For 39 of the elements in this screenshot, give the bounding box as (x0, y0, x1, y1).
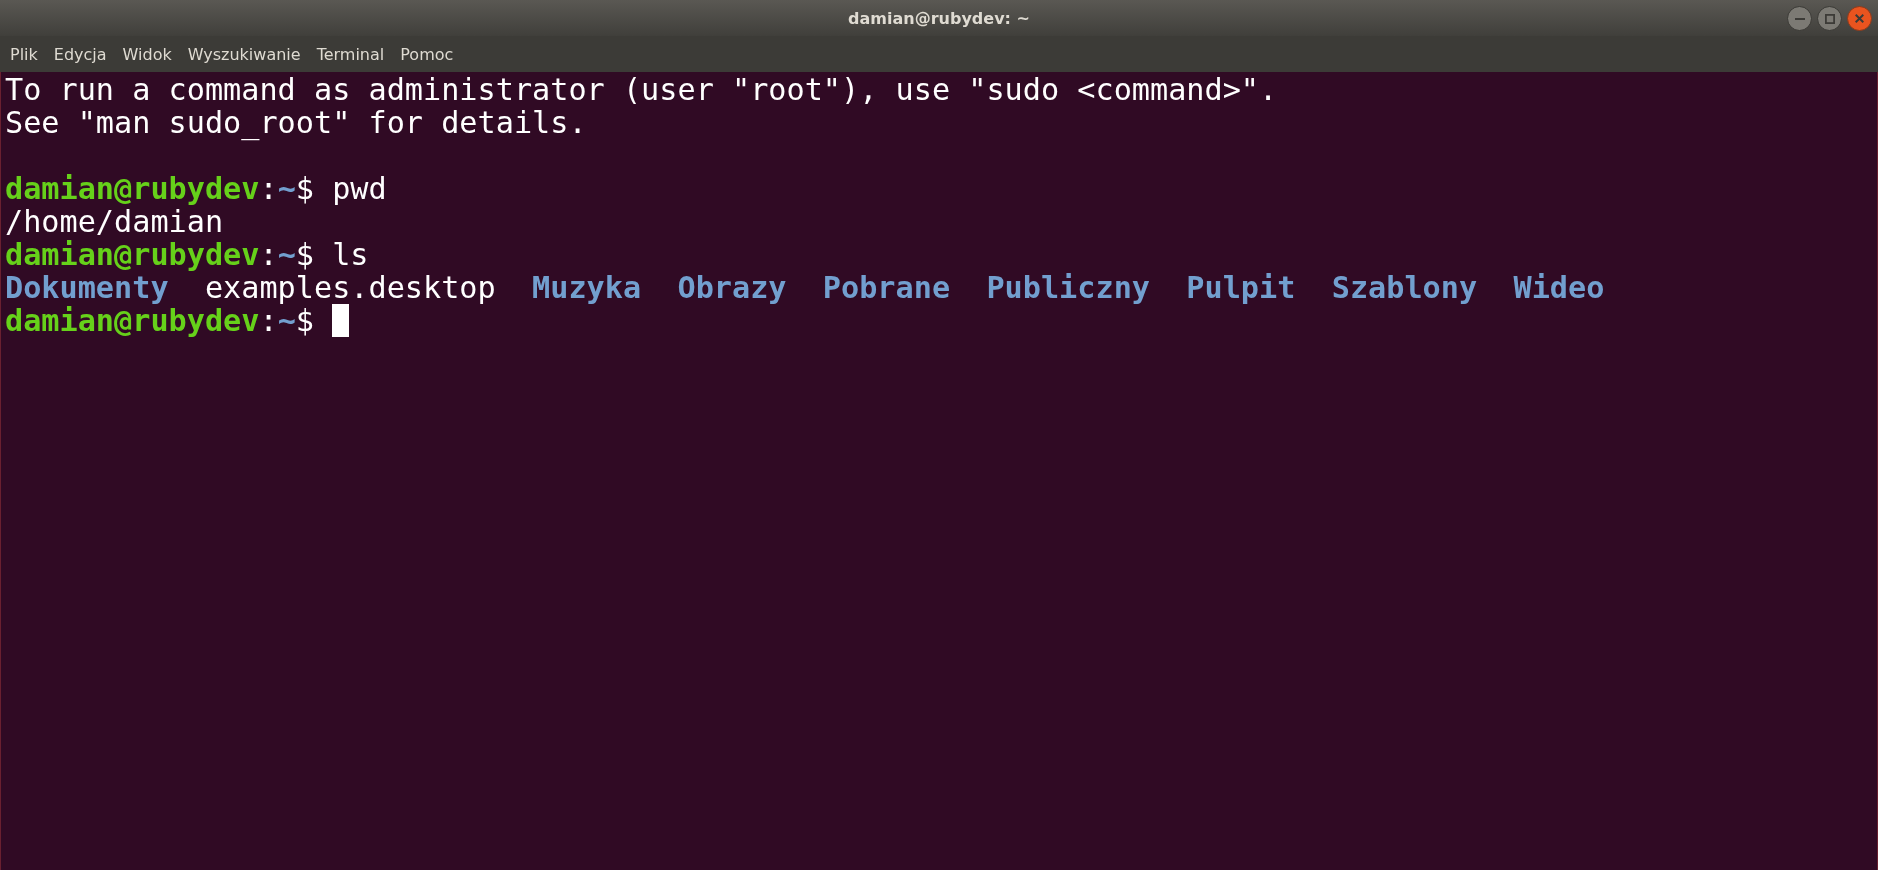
menu-item[interactable]: Pomoc (392, 44, 462, 64)
directory-name: Publiczny (986, 271, 1150, 304)
command-text: ls (332, 238, 369, 271)
file-name: examples.desktop (204, 271, 496, 304)
directory-name: Szablony (1331, 271, 1478, 304)
prompt-symbol: $ (295, 172, 314, 205)
prompt-symbol: $ (295, 304, 314, 337)
prompt-path: ~ (277, 172, 296, 205)
close-icon (1855, 14, 1864, 23)
menu-item[interactable]: Widok (114, 44, 180, 64)
directory-name: Obrazy (677, 271, 787, 304)
prompt-path: ~ (277, 238, 296, 271)
menu-item[interactable]: Plik (2, 44, 46, 64)
prompt-symbol: : (259, 304, 278, 337)
prompt-symbol: : (259, 172, 278, 205)
menu-item[interactable]: Wyszukiwanie (179, 44, 309, 64)
minimize-icon (1794, 17, 1805, 20)
prompt-path: ~ (277, 304, 296, 337)
output-text: To run a command as administrator (user "root"), use "sudo <command>". (5, 73, 1278, 106)
close-button[interactable] (1847, 6, 1872, 31)
directory-name: Dokumenty (5, 271, 169, 304)
command-text: pwd (332, 172, 387, 205)
directory-name: Muzyka (532, 271, 642, 304)
prompt-symbol: : (259, 238, 278, 271)
output-text: /home/damian (5, 205, 224, 238)
maximize-icon (1824, 13, 1835, 24)
prompt-user-host: damian@rubydev (5, 304, 260, 337)
window-title: damian@rubydev: ~ (848, 8, 1030, 28)
directory-name: Pulpit (1186, 271, 1296, 304)
output-text: See "man sudo_root" for details. (5, 106, 587, 139)
prompt-user-host: damian@rubydev (5, 172, 260, 205)
minimize-button[interactable] (1787, 6, 1812, 31)
directory-name: Pobrane (822, 271, 951, 304)
menu-item[interactable]: Terminal (308, 44, 393, 64)
prompt-symbol: $ (295, 238, 314, 271)
prompt-user-host: damian@rubydev (5, 238, 260, 271)
maximize-button[interactable] (1817, 6, 1842, 31)
directory-name: Wideo (1513, 271, 1605, 304)
menu-item[interactable]: Edycja (45, 44, 115, 64)
